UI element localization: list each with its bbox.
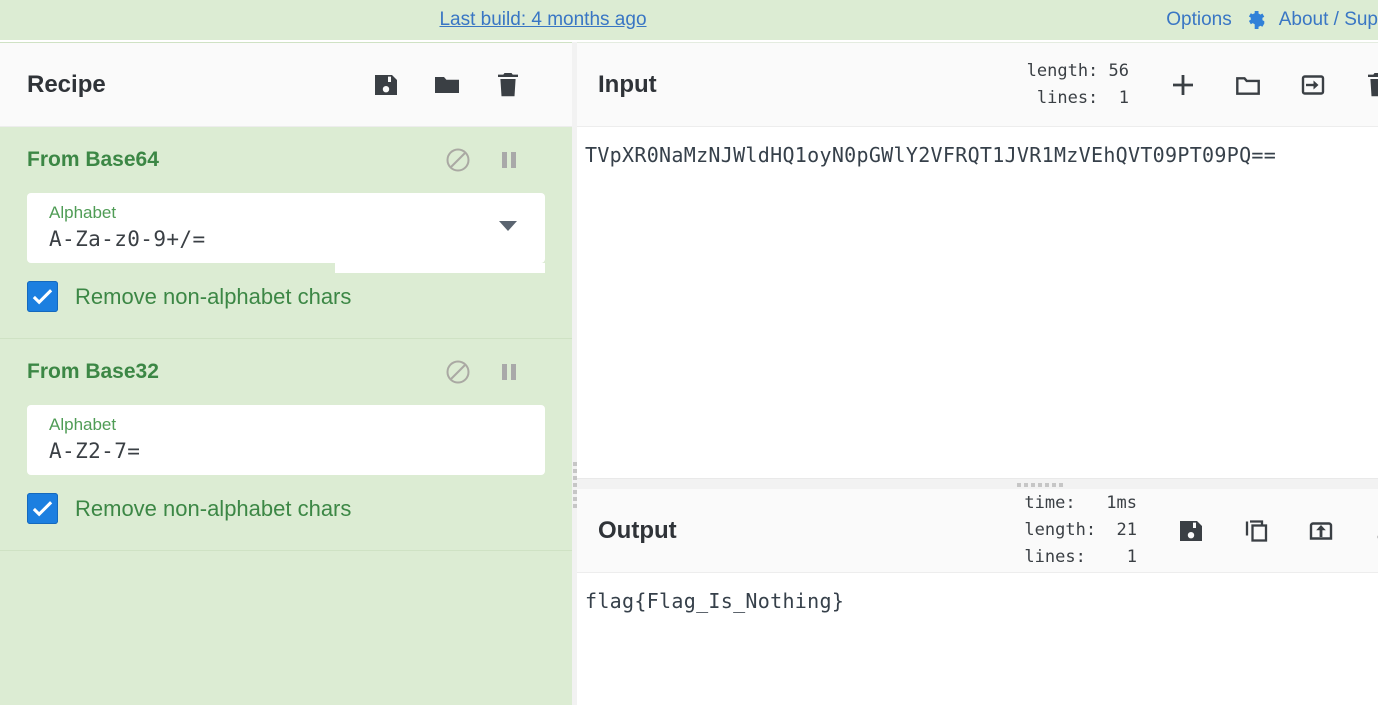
splitter-grip[interactable] [1017, 483, 1063, 487]
operation-name: From Base32 [27, 360, 159, 383]
horizontal-splitter[interactable] [577, 478, 1378, 489]
folder-icon[interactable] [433, 71, 461, 99]
operation-title-row: From Base32 [0, 339, 572, 405]
recipe-pane: Recipe From Base64 Alphabet A-Za-z0-9+/=… [0, 42, 572, 705]
input-title: Input [598, 70, 657, 98]
last-build-link[interactable]: Last build: 4 months ago [0, 9, 1086, 31]
output-meta: time: 1ms length: 21 lines: 1 [1024, 493, 1137, 567]
output-text[interactable]: flag{Flag_Is_Nothing} [577, 573, 1378, 613]
arg-label: Alphabet [49, 415, 117, 434]
output-pane: Output time: 1ms length: 21 lines: 1 fla… [577, 489, 1378, 705]
checkbox-label: Remove non-alphabet chars [75, 495, 352, 521]
arg-value: A-Za-z0-9+/= [49, 227, 206, 251]
gear-icon[interactable] [1243, 8, 1267, 32]
disable-icon[interactable] [445, 359, 471, 385]
operation-controls [445, 147, 522, 173]
alphabet-select[interactable]: Alphabet A-Za-z0-9+/= [27, 193, 545, 273]
checkbox-label: Remove non-alphabet chars [75, 283, 352, 309]
recipe-operation[interactable]: From Base64 Alphabet A-Za-z0-9+/= Remove… [0, 127, 572, 339]
replace-input-icon[interactable] [1307, 517, 1335, 545]
save-icon[interactable] [372, 71, 400, 99]
open-in-icon[interactable] [1299, 71, 1327, 99]
collapse-icon[interactable] [1372, 518, 1378, 544]
pause-icon[interactable] [496, 359, 522, 385]
top-banner: Last build: 4 months ago Options About /… [0, 0, 1378, 40]
recipe-title: Recipe [27, 70, 106, 98]
copy-icon[interactable] [1242, 517, 1270, 545]
operation-controls [445, 359, 522, 385]
pause-icon[interactable] [496, 147, 522, 173]
input-textarea[interactable]: TVpXR0NaMzNJWldHQ1oyN0pGWlY2VFRQT1JVR1Mz… [577, 127, 1378, 167]
options-link[interactable]: Options [1166, 8, 1266, 32]
output-toolbar [1137, 517, 1378, 545]
about-support-link[interactable]: About / Sup [1279, 9, 1378, 31]
options-label: Options [1166, 9, 1232, 30]
input-header: Input length: 56 lines: 1 [577, 43, 1378, 127]
input-meta: length: 56 lines: 1 [1026, 60, 1129, 108]
add-icon[interactable] [1169, 71, 1197, 99]
recipe-operation[interactable]: From Base32 Alphabet A-Z2-7= Remove non-… [0, 339, 572, 551]
alphabet-input[interactable]: Alphabet A-Z2-7= [27, 405, 545, 475]
recipe-header: Recipe [0, 43, 572, 127]
save-icon[interactable] [1177, 517, 1205, 545]
trash-icon[interactable] [1364, 71, 1378, 99]
input-toolbar [1129, 71, 1378, 99]
trash-icon[interactable] [494, 71, 522, 99]
folder-open-icon[interactable] [1234, 71, 1262, 99]
remove-non-alphabet-checkbox[interactable] [27, 493, 58, 524]
input-pane: Input length: 56 lines: 1 TVpXR0NaMzNJWl… [577, 42, 1378, 478]
recipe-header-icons [372, 71, 522, 99]
disable-icon[interactable] [445, 147, 471, 173]
operation-title-row: From Base64 [0, 127, 572, 193]
remove-non-alphabet-row[interactable]: Remove non-alphabet chars [0, 475, 572, 524]
arg-value: A-Z2-7= [49, 439, 141, 463]
remove-non-alphabet-checkbox[interactable] [27, 281, 58, 312]
arg-label: Alphabet [49, 203, 117, 222]
output-title: Output [598, 516, 677, 544]
operation-name: From Base64 [27, 148, 159, 171]
chevron-down-icon[interactable] [499, 221, 517, 231]
banner-right-links: Options About / Sup [1166, 0, 1378, 40]
output-header: Output time: 1ms length: 21 lines: 1 [577, 489, 1378, 573]
